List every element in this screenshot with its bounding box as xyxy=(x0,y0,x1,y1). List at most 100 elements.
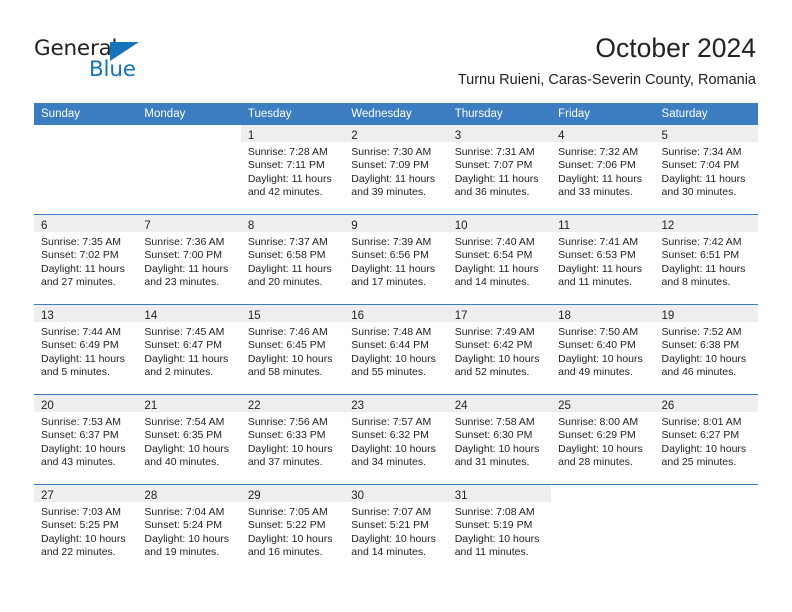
day-number: 13 xyxy=(41,310,54,322)
day-number: 7 xyxy=(144,220,151,232)
calendar-day-cell[interactable]: 5 Sunrise: 7:34 AM Sunset: 7:04 PM Daylight… xyxy=(654,125,758,215)
calendar-day-cell[interactable]: 29 Sunrise: 7:05 AM Sunset: 5:22 PM Dayligh… xyxy=(240,484,345,574)
weekday-header-monday: Monday xyxy=(137,103,241,125)
daylight-duration-line2: and 30 minutes. xyxy=(661,186,737,199)
calendar-day-cell[interactable]: 14 Sunrise: 7:45 AM Sunset: 6:47 PM Dayligh… xyxy=(137,304,241,395)
daylight-duration-line2: and 55 minutes. xyxy=(351,366,426,379)
calendar-day-cell[interactable]: 30 Sunrise: 7:07 AM Sunset: 5:21 PM Dayligh… xyxy=(344,484,448,574)
day-number-band: 5 xyxy=(654,125,758,142)
daylight-duration-line2: and 46 minutes. xyxy=(661,366,737,379)
calendar-day-cell[interactable]: 11 Sunrise: 7:41 AM Sunset: 6:53 PM Dayligh… xyxy=(551,214,655,305)
calendar-day-cell[interactable]: 26 Sunrise: 8:01 AM Sunset: 6:27 PM Dayligh… xyxy=(654,394,758,485)
daylight-duration-line1: Daylight: 10 hours xyxy=(41,532,126,545)
calendar-day-cell[interactable]: 23 Sunrise: 7:57 AM Sunset: 6:32 PM Dayligh… xyxy=(344,394,448,485)
day-number-band: 26 xyxy=(654,395,758,412)
day-number-band: 18 xyxy=(551,305,655,322)
general-blue-logo[interactable]: General Blue xyxy=(34,36,164,82)
sunset-time: Sunset: 6:51 PM xyxy=(661,249,740,262)
daylight-duration-line2: and 37 minutes. xyxy=(247,456,323,469)
sunset-time: Sunset: 6:45 PM xyxy=(247,339,326,352)
sunrise-time: Sunrise: 7:37 AM xyxy=(247,236,328,248)
calendar-day-cell[interactable]: 13 Sunrise: 7:44 AM Sunset: 6:49 PM Dayligh… xyxy=(34,304,138,395)
day-number-band: 14 xyxy=(137,305,241,322)
sunrise-time: Sunrise: 7:44 AM xyxy=(41,326,121,338)
calendar-day-cell[interactable]: 16 Sunrise: 7:48 AM Sunset: 6:44 PM Dayligh… xyxy=(344,304,448,395)
sunrise-time: Sunrise: 7:35 AM xyxy=(41,236,121,248)
day-number-band: 11 xyxy=(551,215,655,232)
day-number: 22 xyxy=(247,400,261,412)
calendar-day-cell[interactable]: 2 Sunrise: 7:30 AM Sunset: 7:09 PM Daylight… xyxy=(344,125,448,215)
calendar-day-cell[interactable]: 8 Sunrise: 7:37 AM Sunset: 6:58 PM Daylight… xyxy=(240,214,345,305)
day-sun-info: Sunrise: 7:03 AM Sunset: 5:25 PM Daylight:… xyxy=(34,502,137,560)
sunset-time: Sunset: 7:06 PM xyxy=(558,159,636,172)
calendar-day-cell[interactable]: 1 Sunrise: 7:28 AM Sunset: 7:11 PM Daylight… xyxy=(240,125,345,215)
sunset-time: Sunset: 6:30 PM xyxy=(454,429,533,442)
day-number-band: 28 xyxy=(137,485,241,502)
calendar-day-cell[interactable]: 17 Sunrise: 7:49 AM Sunset: 6:42 PM Dayligh… xyxy=(447,304,552,395)
sunrise-time: Sunrise: 7:46 AM xyxy=(247,326,328,338)
sunset-time: Sunset: 6:35 PM xyxy=(144,429,223,442)
calendar-day-cell[interactable]: 9 Sunrise: 7:39 AM Sunset: 6:56 PM Daylight… xyxy=(344,214,448,305)
day-cell-inner: 14 Sunrise: 7:45 AM Sunset: 6:47 PM Dayligh… xyxy=(137,305,241,394)
day-sun-info: Sunrise: 7:48 AM Sunset: 6:44 PM Daylight:… xyxy=(344,322,447,380)
day-number: 19 xyxy=(661,310,675,322)
daylight-duration-line1: Daylight: 11 hours xyxy=(558,172,642,185)
daylight-duration-line2: and 22 minutes. xyxy=(41,546,116,559)
sunrise-time: Sunrise: 7:34 AM xyxy=(661,146,742,158)
day-number: 14 xyxy=(144,310,158,322)
day-sun-info: Sunrise: 7:41 AM Sunset: 6:53 PM Daylight:… xyxy=(551,232,654,290)
calendar-day-cell[interactable]: 28 Sunrise: 7:04 AM Sunset: 5:24 PM Dayligh… xyxy=(137,484,241,574)
day-sun-info: Sunrise: 7:58 AM Sunset: 6:30 PM Daylight:… xyxy=(448,412,551,470)
day-number-band: 19 xyxy=(654,305,758,322)
day-number: 25 xyxy=(558,400,571,412)
calendar-day-cell[interactable]: 27 Sunrise: 7:03 AM Sunset: 5:25 PM Dayligh… xyxy=(34,484,138,574)
day-cell-inner: 25 Sunrise: 8:00 AM Sunset: 6:29 PM Dayligh… xyxy=(551,395,655,484)
calendar-day-cell[interactable]: 12 Sunrise: 7:42 AM Sunset: 6:51 PM Dayligh… xyxy=(654,214,758,305)
calendar-day-cell[interactable]: 24 Sunrise: 7:58 AM Sunset: 6:30 PM Dayligh… xyxy=(447,394,552,485)
calendar-day-cell[interactable]: 19 Sunrise: 7:52 AM Sunset: 6:38 PM Dayligh… xyxy=(654,304,758,395)
calendar-day-cell[interactable]: 7 Sunrise: 7:36 AM Sunset: 7:00 PM Daylight… xyxy=(137,214,241,305)
day-number: 4 xyxy=(558,130,565,142)
day-number-band: 23 xyxy=(344,395,448,412)
day-sun-info: Sunrise: 7:07 AM Sunset: 5:21 PM Daylight:… xyxy=(344,502,447,560)
day-sun-info: Sunrise: 8:00 AM Sunset: 6:29 PM Daylight:… xyxy=(551,412,654,470)
day-sun-info: Sunrise: 7:57 AM Sunset: 6:32 PM Daylight:… xyxy=(344,412,447,470)
calendar-day-cell[interactable]: 21 Sunrise: 7:54 AM Sunset: 6:35 PM Dayligh… xyxy=(137,394,241,485)
daylight-duration-line2: and 5 minutes. xyxy=(41,366,110,379)
weekday-header-friday: Friday xyxy=(551,103,655,125)
sunset-time: Sunset: 6:58 PM xyxy=(247,249,326,262)
day-number: 9 xyxy=(351,220,358,232)
day-number: 30 xyxy=(351,490,365,502)
calendar-body: 1 Sunrise: 7:28 AM Sunset: 7:11 PM Daylight… xyxy=(34,125,758,574)
day-number-band: 3 xyxy=(447,125,552,142)
daylight-duration-line2: and 19 minutes. xyxy=(144,546,220,559)
day-number: 17 xyxy=(454,310,468,322)
day-number-band: 25 xyxy=(551,395,655,412)
sunset-time: Sunset: 5:24 PM xyxy=(144,519,223,532)
sunrise-time: Sunrise: 7:57 AM xyxy=(351,416,432,428)
day-cell-inner: 12 Sunrise: 7:42 AM Sunset: 6:51 PM Dayligh… xyxy=(654,215,758,304)
calendar-day-cell[interactable]: 3 Sunrise: 7:31 AM Sunset: 7:07 PM Daylight… xyxy=(447,125,552,215)
calendar-day-cell[interactable]: 31 Sunrise: 7:08 AM Sunset: 5:19 PM Dayligh… xyxy=(447,484,552,574)
calendar-day-cell[interactable]: 18 Sunrise: 7:50 AM Sunset: 6:40 PM Dayligh… xyxy=(551,304,655,395)
calendar-day-cell[interactable]: 15 Sunrise: 7:46 AM Sunset: 6:45 PM Dayligh… xyxy=(240,304,345,395)
calendar-day-cell[interactable]: 6 Sunrise: 7:35 AM Sunset: 7:02 PM Daylight… xyxy=(34,214,138,305)
sunset-time: Sunset: 7:00 PM xyxy=(144,249,223,262)
day-number-band: 24 xyxy=(447,395,552,412)
calendar-day-cell[interactable]: 10 Sunrise: 7:40 AM Sunset: 6:54 PM Dayligh… xyxy=(447,214,552,305)
daylight-duration-line1: Daylight: 10 hours xyxy=(351,442,436,455)
sunrise-time: Sunrise: 7:48 AM xyxy=(351,326,432,338)
calendar-week-row: 6 Sunrise: 7:35 AM Sunset: 7:02 PM Daylight… xyxy=(34,214,758,305)
day-number-band: 10 xyxy=(447,215,552,232)
daylight-duration-line1: Daylight: 11 hours xyxy=(144,352,229,365)
daylight-duration-line2: and 20 minutes. xyxy=(247,276,323,289)
daylight-duration-line1: Daylight: 10 hours xyxy=(247,532,333,545)
day-cell-inner: 17 Sunrise: 7:49 AM Sunset: 6:42 PM Dayligh… xyxy=(447,305,552,394)
day-number: 15 xyxy=(247,310,261,322)
calendar-day-cell[interactable]: 25 Sunrise: 8:00 AM Sunset: 6:29 PM Dayligh… xyxy=(551,394,655,485)
calendar-day-cell[interactable]: 4 Sunrise: 7:32 AM Sunset: 7:06 PM Daylight… xyxy=(551,125,655,215)
day-number-band: 15 xyxy=(240,305,345,322)
calendar-day-cell[interactable]: 20 Sunrise: 7:53 AM Sunset: 6:37 PM Dayligh… xyxy=(34,394,138,485)
calendar-day-cell[interactable]: 22 Sunrise: 7:56 AM Sunset: 6:33 PM Dayligh… xyxy=(240,394,345,485)
day-sun-info: Sunrise: 7:45 AM Sunset: 6:47 PM Daylight:… xyxy=(137,322,240,380)
